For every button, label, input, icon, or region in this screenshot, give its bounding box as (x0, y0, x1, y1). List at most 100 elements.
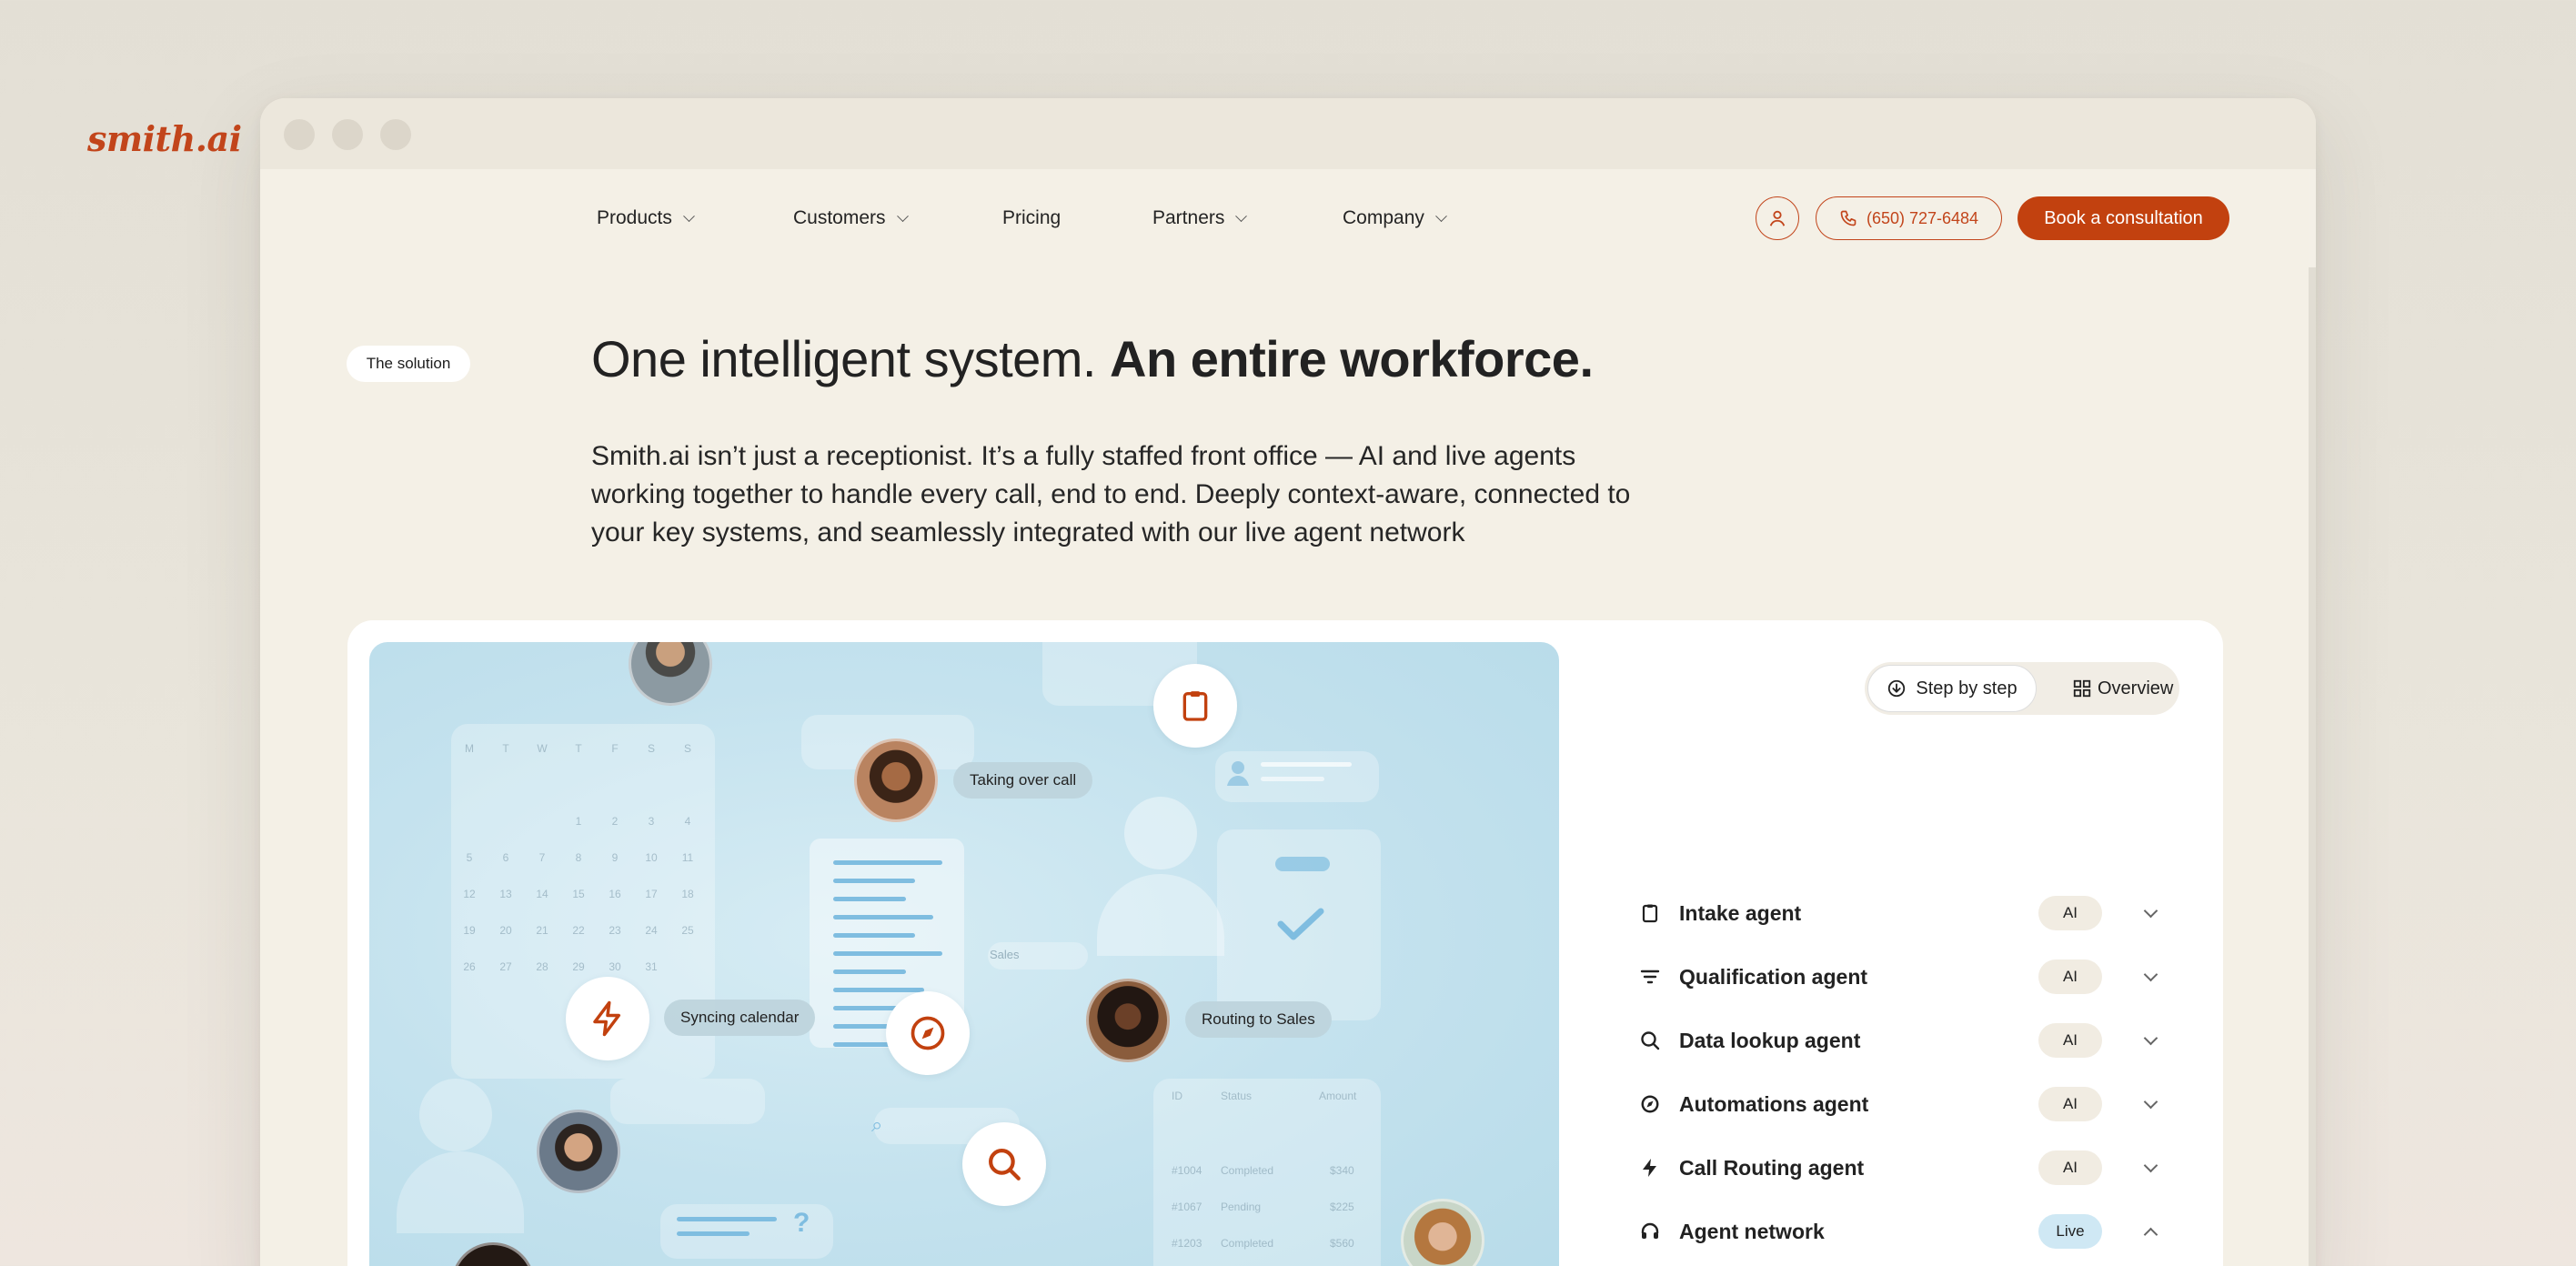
headline-bold: An entire workforce. (1110, 330, 1594, 387)
question-mark-icon: ? (793, 1208, 810, 1238)
page-scrollbar[interactable] (2309, 267, 2316, 1266)
agent-name: Intake agent (1679, 900, 1802, 925)
chevron-down-icon (2143, 903, 2158, 918)
routing-to-sales-label: Routing to Sales (1185, 1001, 1332, 1038)
calendar-day-header: S (683, 742, 691, 755)
agent-row-qualification[interactable]: Qualification agent AI (1637, 951, 2174, 1002)
nav-company-label: Company (1343, 207, 1424, 228)
orders-cell: $560 (1330, 1237, 1354, 1250)
agent-badge: AI (2038, 1023, 2102, 1058)
doc-line (833, 915, 933, 919)
orders-cell: Completed (1221, 1237, 1274, 1250)
compass-icon (1637, 1091, 1663, 1117)
headline-light: One intelligent system. (591, 330, 1096, 387)
filter-icon (1637, 964, 1663, 990)
orders-header: Status (1221, 1090, 1253, 1102)
task-header-bar (1275, 857, 1330, 871)
agent-row-agent-network[interactable]: Agent network Live (1637, 1206, 2174, 1257)
calendar-day-header: S (647, 742, 655, 755)
nav-company[interactable]: Company (1343, 200, 1447, 236)
chevron-up-icon (2143, 1227, 2158, 1241)
nav-partners[interactable]: Partners (1152, 200, 1248, 236)
hero-headline: One intelligent system. An entire workfo… (591, 329, 1594, 388)
orders-cell: #1004 (1172, 1164, 1202, 1177)
calendar-date: 25 (681, 924, 694, 937)
calendar-day-header: W (537, 742, 548, 755)
chevron-down-icon (1235, 209, 1248, 222)
bolt-icon (593, 1000, 620, 1037)
hero-description: Smith.ai isn’t just a receptionist. It’s… (591, 441, 1631, 548)
agent-avatar (629, 642, 712, 706)
account-button[interactable] (1756, 196, 1799, 240)
chevron-down-icon (2143, 1030, 2158, 1045)
smith-ai-logo[interactable]: smith.ai (87, 118, 242, 159)
orders-cell: $225 (1330, 1201, 1354, 1213)
agent-name: Data lookup agent (1679, 1028, 1861, 1052)
chevron-down-icon (1435, 209, 1447, 222)
orders-cell: #1067 (1172, 1201, 1202, 1213)
overview-toggle[interactable]: Overview (2052, 665, 2179, 712)
calendar-date: 17 (645, 888, 658, 900)
bolt-icon-bubble (566, 977, 649, 1060)
calendar-date: 27 (499, 960, 512, 973)
headset-icon (1637, 1219, 1663, 1244)
calendar-date: 28 (536, 960, 548, 973)
agent-row-automations[interactable]: Automations agent AI (1637, 1079, 2174, 1130)
agent-name: Agent network (1679, 1219, 1825, 1243)
step-by-step-toggle[interactable]: Step by step (1867, 665, 2037, 712)
agent-badge: AI (2038, 1150, 2102, 1185)
ghost-card (610, 1079, 765, 1124)
calendar-date: 15 (572, 888, 585, 900)
agent-avatar (1086, 979, 1170, 1062)
clipboard-icon (1182, 691, 1208, 721)
book-consultation-button[interactable]: Book a consultation (2018, 196, 2229, 240)
calendar-date: 20 (499, 924, 512, 937)
person-silhouette (1097, 874, 1224, 956)
sales-tag: Sales (990, 948, 1020, 961)
doc-line (677, 1231, 750, 1236)
agent-avatar (854, 738, 938, 822)
window-minimize-dot[interactable] (332, 119, 363, 150)
taking-over-call-label: Taking over call (953, 762, 1093, 799)
chevron-down-icon (683, 209, 695, 222)
calendar-day-header: T (575, 742, 582, 755)
calendar-date: 31 (645, 960, 658, 973)
calendar-date: 19 (463, 924, 476, 937)
doc-line (833, 879, 915, 883)
calendar-date: 24 (645, 924, 658, 937)
checkmark-icon (1277, 908, 1324, 940)
nav-pricing-label: Pricing (1002, 207, 1062, 228)
search-icon (1637, 1028, 1663, 1053)
doc-line (833, 933, 915, 938)
calendar-day-header: F (611, 742, 619, 755)
calendar-day-header: T (502, 742, 509, 755)
calendar-date: 9 (611, 851, 619, 864)
doc-line (833, 897, 906, 901)
window-close-dot[interactable] (284, 119, 315, 150)
calendar-date: 5 (466, 851, 473, 864)
orders-cell: Completed (1221, 1164, 1274, 1177)
nav-pricing[interactable]: Pricing (1002, 200, 1061, 236)
calendar-date: 30 (609, 960, 621, 973)
agent-row-data-lookup[interactable]: Data lookup agent AI (1637, 1015, 2174, 1066)
agent-row-intake[interactable]: Intake agent AI (1637, 888, 2174, 939)
grid-icon (2073, 679, 2091, 698)
orders-cell: $340 (1330, 1164, 1354, 1177)
syncing-calendar-label: Syncing calendar (664, 1000, 816, 1036)
calendar-date: 2 (611, 815, 619, 828)
calendar-date: 1 (575, 815, 582, 828)
phone-button[interactable]: (650) 727-6484 (1816, 196, 2002, 240)
nav-products[interactable]: Products (597, 200, 695, 236)
search-icon-bubble (962, 1122, 1046, 1206)
agent-row-call-routing[interactable]: Call Routing agent AI (1637, 1142, 2174, 1193)
agent-avatar (1401, 1199, 1484, 1266)
phone-icon (1840, 210, 1857, 226)
window-maximize-dot[interactable] (380, 119, 411, 150)
nav-customers[interactable]: Customers (793, 200, 909, 236)
workforce-illustration: M T W T F S S 1 2 3 4 5 6 7 8 9 10 11 12 13 14 15 16 17 18 19 20 21… (369, 642, 1559, 1266)
doc-line (833, 970, 906, 974)
agent-avatar (537, 1110, 620, 1193)
doc-line (833, 860, 942, 865)
compass-icon (911, 1016, 945, 1050)
orders-header: ID (1172, 1090, 1182, 1102)
